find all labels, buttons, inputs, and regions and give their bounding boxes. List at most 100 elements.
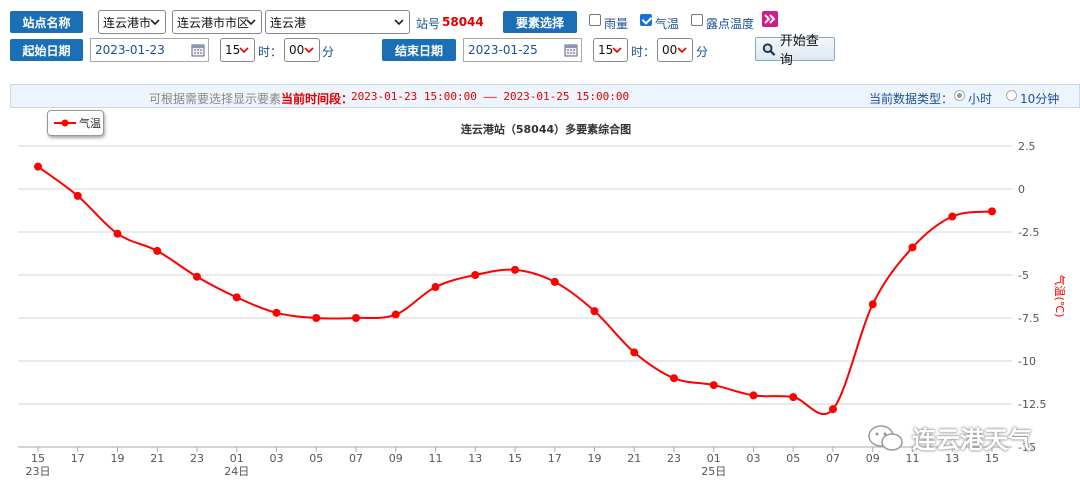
data-point[interactable] (988, 207, 996, 216)
start-query-button[interactable]: 开始查询 (755, 34, 835, 68)
dewpoint-label: 露点温度 (706, 17, 755, 31)
data-point[interactable] (630, 348, 639, 357)
data-point[interactable] (113, 229, 122, 238)
chevron-down-icon (677, 47, 687, 54)
search-icon (762, 42, 776, 56)
x-tick-label: 07 (349, 452, 363, 465)
data-point[interactable] (34, 162, 42, 171)
x-tick-label: 17 (71, 452, 85, 465)
x-tick-label: 19 (588, 452, 602, 465)
data-point[interactable] (590, 307, 599, 316)
data-point[interactable] (868, 300, 877, 309)
y-tick-label: -7.5 (1018, 312, 1039, 325)
station-select[interactable]: 连云港 (265, 10, 410, 34)
end-date-label-text: 结束日期 (394, 43, 443, 58)
x-tick-label: 01 (707, 452, 721, 465)
data-point[interactable] (749, 391, 758, 400)
start-minute-select[interactable]: 00 (284, 38, 320, 62)
ten-minute-radio[interactable] (1006, 90, 1017, 101)
x-tick-label: 11 (429, 452, 443, 465)
expand-button[interactable] (762, 11, 778, 27)
chart-grid (18, 145, 1012, 448)
data-point[interactable] (193, 272, 201, 281)
x-tick-label: 03 (747, 452, 761, 465)
data-point[interactable] (670, 374, 678, 383)
minute-unit-label: 分 (322, 45, 335, 59)
y-tick-label: -2.5 (1018, 226, 1039, 239)
data-point[interactable] (709, 381, 718, 390)
city-select[interactable]: 连云港市 (98, 10, 166, 34)
start-date-label-text: 起始日期 (22, 43, 71, 58)
chart-legend[interactable]: 气温 (47, 110, 104, 136)
x-tick-label: 05 (786, 452, 800, 465)
data-point[interactable] (829, 405, 837, 414)
wechat-icon (868, 424, 903, 451)
data-point[interactable] (511, 265, 519, 274)
start-date-label: 起始日期 (10, 39, 83, 61)
minute-unit-label: 分 (696, 45, 709, 59)
data-point[interactable] (352, 314, 360, 322)
x-axis-ticks: 15 17 19 21 23 01 03 05 07 09 11 13 15 17 19 21 23 01 03 05… (18, 446, 1012, 478)
y-tick-label: -10 (1018, 355, 1036, 368)
dewpoint-checkbox[interactable] (691, 14, 703, 26)
legend-marker (54, 119, 76, 127)
district-select[interactable]: 连云港市市区 (172, 10, 262, 34)
data-point[interactable] (272, 308, 281, 317)
x-tick-label: 21 (627, 452, 641, 465)
chevron-down-icon (612, 47, 622, 54)
data-point[interactable] (232, 293, 241, 302)
data-point[interactable] (789, 393, 798, 402)
data-point[interactable] (153, 246, 162, 255)
hour-unit-label: 时： (258, 45, 283, 59)
station-select-value: 连云港 (270, 15, 307, 30)
x-tick-label: 15 (31, 452, 45, 465)
station-name-label-text: 站点名称 (22, 15, 71, 30)
temperature-label: 气温 (655, 17, 680, 31)
temperature-series-points (34, 162, 996, 414)
station-no-value: 58044 (442, 15, 484, 29)
chevron-down-icon (304, 47, 314, 54)
calendar-icon[interactable] (191, 43, 205, 57)
data-point[interactable] (471, 271, 480, 279)
start-date-input[interactable]: 2023-01-23 (90, 38, 209, 62)
rain-checkbox[interactable] (589, 14, 601, 26)
x-tick-label: 01 (230, 452, 244, 465)
x-tick-label: 23 (190, 452, 204, 465)
x-tick-label: 05 (309, 452, 323, 465)
district-select-value: 连云港市市区 (177, 15, 250, 30)
x-tick-label: 15 (508, 452, 522, 465)
end-date-value: 2023-01-25 (468, 43, 538, 57)
hour-unit-label: 时： (631, 45, 656, 59)
temperature-checkbox[interactable] (640, 14, 652, 26)
end-date-input[interactable]: 2023-01-25 (463, 38, 582, 62)
x-tick-label: 23 (667, 452, 681, 465)
data-point[interactable] (948, 212, 957, 221)
end-minute-select[interactable]: 00 (657, 38, 693, 62)
rain-label: 雨量 (604, 17, 629, 31)
watermark: 连云港天气 (866, 420, 1032, 455)
data-point[interactable] (550, 277, 559, 286)
data-type-label: 当前数据类型： (869, 92, 954, 106)
data-point[interactable] (908, 243, 917, 252)
x-tick-label: 09 (389, 452, 403, 465)
legend-label: 气温 (79, 117, 101, 130)
data-point[interactable] (312, 314, 321, 322)
double-chevron-right-icon (764, 14, 776, 24)
start-hour-select[interactable]: 15 (220, 38, 255, 62)
y-tick-label: 2.5 (1018, 140, 1036, 153)
period-label: 当前时间段： (281, 92, 354, 106)
element-select-label: 要素选择 (503, 11, 577, 33)
end-hour-select[interactable]: 15 (593, 38, 628, 62)
start-date-value: 2023-01-23 (95, 43, 165, 57)
hourly-radio[interactable] (954, 90, 965, 101)
x-day-label: 23日 (26, 465, 51, 478)
chevron-down-icon (394, 19, 404, 26)
data-point[interactable] (391, 310, 400, 319)
y-axis-ticks: 2.50-2.5-5-7.5-10-12.5-15 (1018, 140, 1046, 454)
station-name-label: 站点名称 (10, 11, 83, 33)
calendar-icon[interactable] (564, 43, 578, 57)
station-no-label: 站号 (416, 17, 441, 31)
data-point[interactable] (431, 283, 440, 292)
data-point[interactable] (73, 191, 82, 200)
end-date-label: 结束日期 (382, 39, 456, 61)
